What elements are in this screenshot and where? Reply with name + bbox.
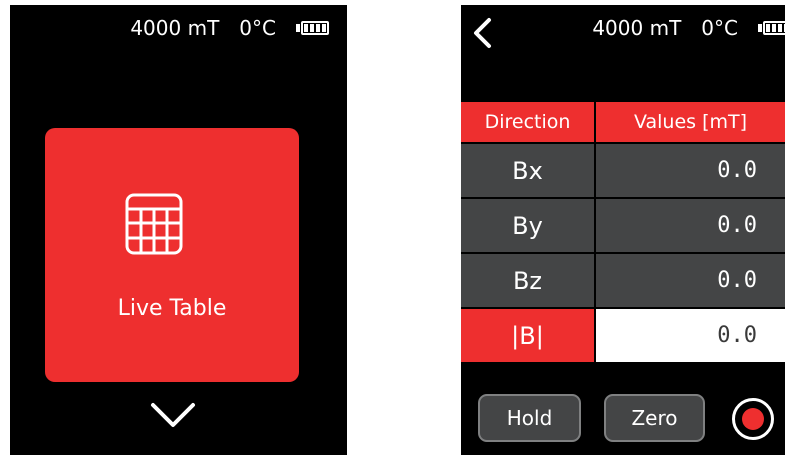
direction-cell: Bx [461, 144, 594, 197]
zero-button[interactable]: Zero [604, 394, 705, 442]
table-row-by: By 0.0 [461, 199, 785, 252]
value-cell: 0.0 [596, 199, 785, 252]
record-icon [742, 408, 764, 430]
table-header: Direction Values [mT] [461, 102, 785, 142]
table-row-magnitude: |B| 0.0 [461, 309, 785, 362]
temperature-readout: 0°C [239, 16, 276, 40]
status-bar: 4000 mT 0°C [592, 15, 785, 41]
header-values: Values [mT] [596, 102, 785, 142]
value-cell: 0.0 [596, 254, 785, 307]
table-icon [125, 193, 183, 255]
field-readout: 4000 mT [592, 16, 682, 40]
temperature-readout: 0°C [701, 16, 738, 40]
field-readout: 4000 mT [130, 16, 220, 40]
live-table: Direction Values [mT] Bx 0.0 By 0.0 Bz 0… [461, 102, 785, 364]
value-cell: 0.0 [596, 309, 785, 362]
header-direction: Direction [461, 102, 594, 142]
direction-cell: By [461, 199, 594, 252]
table-row-bz: Bz 0.0 [461, 254, 785, 307]
battery-icon [758, 21, 785, 35]
back-arrow-icon[interactable] [469, 17, 497, 49]
status-bar: 4000 mT 0°C [130, 15, 329, 41]
device-screen-menu: 4000 mT 0°C Live Table [10, 5, 347, 455]
direction-cell: Bz [461, 254, 594, 307]
live-table-tile[interactable]: Live Table [45, 128, 299, 382]
device-screen-live-table: 4000 mT 0°C Direction Values [mT] Bx 0.0… [461, 5, 785, 455]
hold-button[interactable]: Hold [478, 394, 581, 442]
chevron-down-icon[interactable] [150, 401, 196, 429]
tile-label: Live Table [117, 296, 227, 321]
value-cell: 0.0 [596, 144, 785, 197]
record-button[interactable] [732, 398, 774, 440]
battery-icon [296, 21, 329, 35]
table-row-bx: Bx 0.0 [461, 144, 785, 197]
direction-cell: |B| [461, 309, 594, 362]
